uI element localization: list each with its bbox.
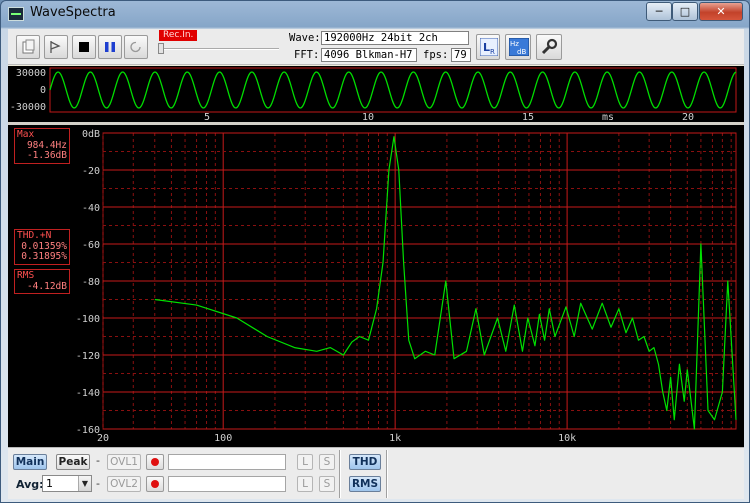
x-tick-label: 10k bbox=[558, 433, 576, 444]
svg-text:R: R bbox=[490, 48, 495, 56]
record-main-button[interactable] bbox=[146, 454, 164, 470]
svg-text:dB: dB bbox=[517, 48, 526, 56]
waveform-scope[interactable]: 30000 0 -30000 5 10 15 20 ms bbox=[8, 66, 744, 123]
y-tick-label: -100 bbox=[76, 314, 100, 325]
pause-icon bbox=[105, 42, 115, 52]
load-peak-button[interactable]: L bbox=[297, 476, 313, 492]
load-main-button[interactable]: L bbox=[297, 454, 313, 470]
close-icon: ✕ bbox=[716, 5, 726, 18]
ovl2-indicator: OVL2 bbox=[107, 476, 141, 492]
y-tick-label: 0dB bbox=[82, 129, 100, 140]
open-file-button[interactable] bbox=[16, 35, 40, 59]
scope-x-tick: 5 bbox=[204, 112, 210, 122]
fft-label: FFT: bbox=[294, 49, 320, 61]
position-slider-track[interactable] bbox=[159, 48, 279, 50]
scope-x-tick: 15 bbox=[522, 112, 534, 122]
position-slider-thumb[interactable] bbox=[158, 43, 164, 54]
divider bbox=[386, 450, 388, 498]
rms-button[interactable]: RMS bbox=[349, 476, 381, 492]
play-button[interactable] bbox=[44, 35, 68, 59]
minimize-button[interactable]: ─ bbox=[646, 2, 672, 21]
save-main-button[interactable]: S bbox=[319, 454, 335, 470]
scope-x-unit: ms bbox=[602, 112, 614, 122]
average-value: 1 bbox=[46, 477, 53, 490]
x-tick-label: 20 bbox=[97, 433, 109, 444]
loop-icon bbox=[130, 41, 141, 53]
wave-label: Wave: bbox=[289, 32, 321, 44]
lr-channel-button[interactable]: LR bbox=[476, 34, 500, 60]
svg-text:L: L bbox=[483, 41, 490, 54]
close-button[interactable]: ✕ bbox=[699, 2, 743, 21]
average-label: Avg: bbox=[16, 478, 44, 491]
ovl1-indicator: OVL1 bbox=[107, 454, 141, 470]
waveform-trace bbox=[49, 71, 737, 109]
spectrum-plot: 0dB-20-40-60-80-100-120-140-16020 100 1k 10… bbox=[76, 129, 737, 444]
hz-db-icon: HzdB bbox=[509, 38, 529, 56]
max-label: Max bbox=[17, 129, 35, 140]
play-flag-icon bbox=[50, 41, 61, 53]
y-tick-label: -40 bbox=[82, 203, 100, 214]
max-readout: Max 984.4Hz -1.36dB bbox=[14, 128, 70, 164]
chevron-down-icon: ▼ bbox=[78, 476, 91, 491]
stop-button[interactable] bbox=[72, 35, 96, 59]
peak-message-field bbox=[168, 476, 286, 492]
rms-value: -4.12dB bbox=[26, 280, 67, 292]
client-area: Rec.In. Wave: 192000Hz 24bit 2ch FFT: 40… bbox=[8, 29, 744, 499]
hz-db-button[interactable]: Hz dB bbox=[505, 34, 531, 60]
scope-y-tick: 0 bbox=[40, 85, 46, 96]
pause-button[interactable] bbox=[98, 35, 122, 59]
y-tick-label: -60 bbox=[82, 240, 100, 251]
maximize-button[interactable]: □ bbox=[672, 2, 698, 21]
y-tick-label: -140 bbox=[76, 388, 100, 399]
record-peak-button[interactable] bbox=[146, 476, 164, 492]
y-tick-label: -120 bbox=[76, 351, 100, 362]
fps-field: 79 bbox=[451, 48, 471, 62]
app-icon bbox=[8, 7, 24, 21]
peak-button[interactable]: Peak bbox=[56, 454, 90, 470]
separator-dash: - bbox=[96, 454, 100, 467]
svg-text:Hz: Hz bbox=[510, 40, 519, 48]
separator-dash: - bbox=[96, 477, 100, 490]
spectrum-analyzer[interactable]: 0dB -20 -40 -60 -80 -100 -120 -140 -160 20 100 1k 10… bbox=[8, 125, 744, 447]
y-tick-label: -80 bbox=[82, 277, 100, 288]
rms-readout: RMS -4.12dB bbox=[14, 269, 70, 294]
lr-channel-icon: LR bbox=[480, 38, 498, 56]
rms-label: RMS bbox=[17, 270, 35, 281]
divider bbox=[339, 450, 341, 498]
scope-x-tick: 10 bbox=[362, 112, 374, 122]
app-window: WaveSpectra ─ □ ✕ Rec.In. Wave: 192000Hz… bbox=[0, 0, 750, 503]
y-tick-label: -20 bbox=[82, 166, 100, 177]
thd-button[interactable]: THD bbox=[349, 454, 381, 470]
scope-y-tick: -30000 bbox=[10, 102, 46, 113]
max-level: -1.36dB bbox=[26, 150, 67, 161]
minimize-icon: ─ bbox=[655, 5, 663, 18]
main-button[interactable]: Main bbox=[13, 454, 47, 470]
toolbar: Rec.In. Wave: 192000Hz 24bit 2ch FFT: 40… bbox=[8, 29, 744, 65]
wave-format-field: 192000Hz 24bit 2ch bbox=[321, 31, 469, 45]
rec-in-badge: Rec.In. bbox=[159, 30, 198, 41]
bottom-control-bar: Main Peak - OVL1 L S Avg: 1 ▼ - OVL2 L S… bbox=[8, 447, 744, 499]
wrench-icon bbox=[541, 38, 558, 55]
scope-x-tick: 20 bbox=[682, 112, 694, 122]
settings-button[interactable] bbox=[536, 34, 562, 60]
thd-value-2: 0.31895% bbox=[21, 251, 67, 262]
fft-setting-field: 4096 Blkman-H7 bbox=[321, 48, 417, 62]
average-select[interactable]: 1 ▼ bbox=[42, 475, 92, 492]
fps-label: fps: bbox=[423, 49, 449, 61]
stop-icon bbox=[79, 42, 89, 52]
x-tick-label: 100 bbox=[214, 433, 232, 444]
x-tick-label: 1k bbox=[389, 433, 401, 444]
main-message-field bbox=[168, 454, 286, 470]
thd-readout: THD.+N 0.01359% 0.31895% bbox=[14, 229, 70, 265]
waveform-plot: 30000 0 -30000 5 10 15 20 ms bbox=[10, 67, 737, 123]
window-title: WaveSpectra bbox=[30, 5, 116, 20]
save-peak-button[interactable]: S bbox=[319, 476, 335, 492]
title-bar[interactable]: WaveSpectra ─ □ ✕ bbox=[1, 1, 749, 27]
scope-y-tick: 30000 bbox=[16, 68, 46, 79]
maximize-icon: □ bbox=[679, 5, 691, 18]
loop-button[interactable] bbox=[124, 35, 148, 59]
thd-label: THD.+N bbox=[17, 230, 52, 241]
open-file-icon bbox=[22, 39, 35, 54]
